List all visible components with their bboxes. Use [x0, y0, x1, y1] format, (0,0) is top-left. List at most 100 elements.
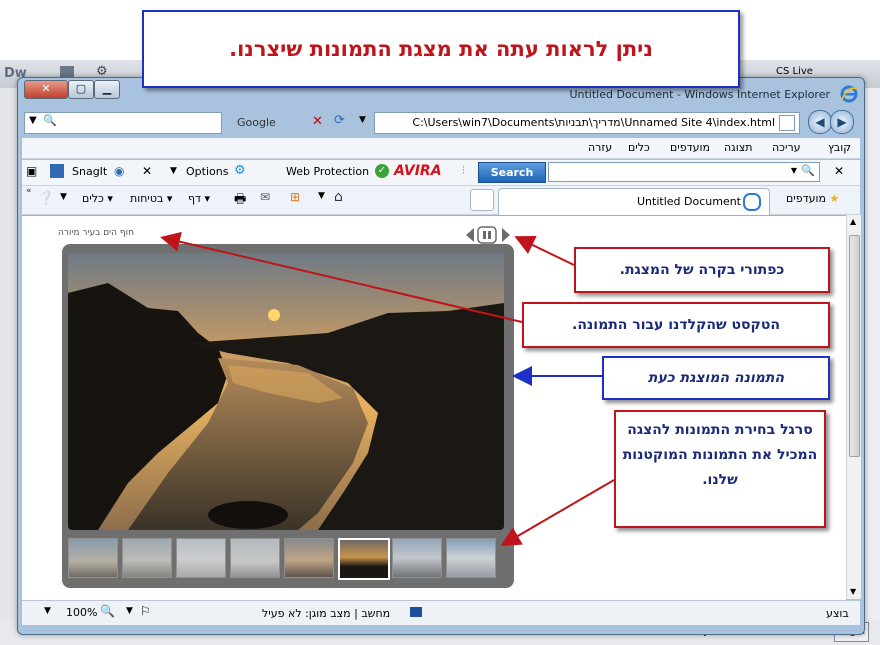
cmd-tools-label: כלים: [82, 192, 104, 205]
dropdown-arrow-icon[interactable]: ▼: [29, 115, 37, 126]
cmd-safety-label: בטיחות: [130, 192, 164, 205]
maximize-button[interactable]: ▢: [68, 80, 94, 99]
home-icon[interactable]: ⌂: [334, 189, 343, 205]
bg-app-right-panel: [864, 88, 880, 645]
refresh-icon[interactable]: ⟳: [334, 113, 345, 128]
status-done: בוצע: [826, 607, 849, 620]
print-icon[interactable]: 🖶: [234, 190, 246, 212]
thumbnail-5[interactable]: [284, 538, 334, 578]
options-icon: ⚙: [234, 163, 246, 178]
snagit-dropdown-icon[interactable]: ◉: [114, 164, 124, 178]
thumbnail-3[interactable]: [176, 538, 226, 578]
search-dropdown-icon[interactable]: ▼: [791, 166, 797, 175]
current-image[interactable]: [68, 253, 504, 530]
menu-help[interactable]: עזרה: [588, 141, 612, 154]
minimize-button[interactable]: ▁: [94, 80, 120, 99]
avira-search-input[interactable]: 🔍 ▼: [548, 162, 820, 182]
avira-logo: AVIRA: [394, 163, 442, 179]
status-bar: בוצע מחשב | מצב מוגן: לא פעיל ▼ ⚐ ▼ 100%…: [22, 600, 860, 625]
thumbnail-4[interactable]: [230, 538, 280, 578]
thumbnail-1[interactable]: [68, 538, 118, 578]
forward-button[interactable]: ▶: [830, 110, 854, 134]
mail-icon[interactable]: ✉: [260, 190, 270, 204]
menu-favorites[interactable]: מועדפים: [670, 141, 710, 154]
next-arrow-icon[interactable]: [502, 228, 510, 242]
menu-view[interactable]: תצוגה: [724, 141, 752, 154]
sunset-photo: [68, 253, 504, 530]
thumbnail-bar: [68, 538, 504, 582]
slideshow-gallery: [62, 244, 514, 588]
options-dropdown-icon[interactable]: ▼: [170, 166, 177, 176]
toolbar-grip-icon[interactable]: ⫶: [462, 164, 465, 178]
addon-toolbar: ▣ SnagIt ◉ ✕ ▼ Options ⚙ Web Protection …: [22, 160, 860, 186]
thumbnail-7[interactable]: [392, 538, 442, 578]
favorites-button[interactable]: מועדפים ★: [786, 192, 839, 205]
ie-logo-icon: [840, 85, 858, 103]
callout-caption: הטקסט שהקלדנו עבור התמונה.: [522, 302, 830, 348]
close-button[interactable]: ✕: [24, 80, 68, 99]
search-icon[interactable]: 🔍: [43, 114, 57, 127]
slide-caption: חוף הים בעיר מיורה: [58, 228, 135, 238]
snagit-capture-icon[interactable]: ▣: [26, 164, 37, 178]
history-dropdown-icon[interactable]: ▼: [359, 115, 366, 125]
help-dropdown-icon[interactable]: ▼: [60, 192, 67, 202]
menu-tools[interactable]: כלים: [628, 141, 650, 154]
previous-arrow-icon[interactable]: [466, 228, 474, 242]
tab-ie-icon: [743, 193, 761, 211]
zoom-dropdown-icon[interactable]: ▼: [44, 606, 51, 616]
page-icon: [779, 115, 795, 131]
search-button[interactable]: Search: [478, 162, 546, 183]
computer-zone-icon: [410, 607, 422, 617]
scroll-down-icon[interactable]: ▼: [850, 587, 856, 596]
tab-title: Untitled Document: [637, 195, 741, 208]
menu-file[interactable]: קובץ: [828, 141, 851, 154]
scrollbar-thumb[interactable]: [849, 235, 860, 457]
cmd-page-label: דף: [188, 192, 202, 205]
pause-button[interactable]: [477, 226, 497, 244]
home-dropdown-icon[interactable]: ▼: [318, 191, 325, 201]
slideshow-control-svg: [466, 226, 510, 244]
help-icon[interactable]: ❔: [38, 191, 54, 206]
vertical-scrollbar[interactable]: ▲ ▼: [846, 215, 861, 599]
thumbnail-8[interactable]: [446, 538, 496, 578]
pause-icon: [483, 231, 486, 239]
callout-current-image: התמונה המוצגת כעת: [602, 356, 830, 400]
zoom-icon[interactable]: 🔍: [100, 604, 115, 618]
menu-edit[interactable]: עריכה: [772, 141, 801, 154]
cmd-page[interactable]: דף ▾: [188, 192, 210, 205]
zoom-level[interactable]: 100%: [66, 606, 97, 619]
new-tab-button[interactable]: [470, 189, 494, 211]
callout-thumbnail-bar: סרגל בחירת התמונות להצגה המכיל את התמונו…: [614, 410, 826, 528]
favorites-label: מועדפים: [786, 192, 826, 205]
web-protection-label[interactable]: Web Protection: [286, 165, 369, 178]
address-field[interactable]: C:\Users\win7\Documents\מדריך\תבניות\Unn…: [374, 112, 800, 134]
avira-close-icon[interactable]: ✕: [834, 164, 844, 178]
thumbnail-2[interactable]: [122, 538, 172, 578]
headline-banner: ניתן לראות עתה את מצגת התמונות שיצרנו.: [142, 10, 740, 88]
back-button[interactable]: ◀: [808, 110, 832, 134]
toolbar-close-icon[interactable]: ✕: [142, 164, 152, 178]
star-icon: ★: [829, 192, 840, 205]
favorites-command-bar: « ❔ ▼ כלים ▾ בטיחות ▾ דף ▾ 🖶 ✉ ⊞ ▼ ⌂ Unt…: [22, 186, 860, 215]
snagit-label[interactable]: SnagIt: [72, 165, 107, 178]
cs-live-label: CS Live: [776, 66, 813, 77]
callout-controls: כפתורי בקרה של המצגת.: [574, 247, 830, 293]
stop-icon[interactable]: ✕: [312, 114, 323, 129]
menu-bar: קובץ עריכה תצוגה מועדפים כלים עזרה: [22, 138, 860, 159]
window-title: Untitled Document - Windows Internet Exp…: [569, 88, 830, 101]
cmd-tools[interactable]: כלים ▾: [82, 192, 113, 205]
protected-mode-icon: ⚐: [140, 604, 151, 618]
options-label[interactable]: Options: [186, 165, 228, 178]
search-provider: Google: [237, 116, 276, 129]
scroll-up-icon[interactable]: ▲: [850, 217, 856, 226]
cmd-safety[interactable]: בטיחות ▾: [130, 192, 172, 205]
rss-icon[interactable]: ⊞: [290, 190, 300, 204]
pause-icon: [488, 231, 491, 239]
search-icon[interactable]: 🔍: [801, 164, 815, 177]
protected-mode-dropdown-icon[interactable]: ▼: [126, 606, 133, 616]
thumbnail-6-selected[interactable]: [338, 538, 390, 580]
chevron-icon[interactable]: «: [26, 186, 32, 196]
check-icon: ✓: [375, 164, 389, 178]
tab-untitled-document[interactable]: Untitled Document: [498, 188, 770, 215]
live-search-field[interactable]: ▼ 🔍 Google: [24, 112, 276, 134]
